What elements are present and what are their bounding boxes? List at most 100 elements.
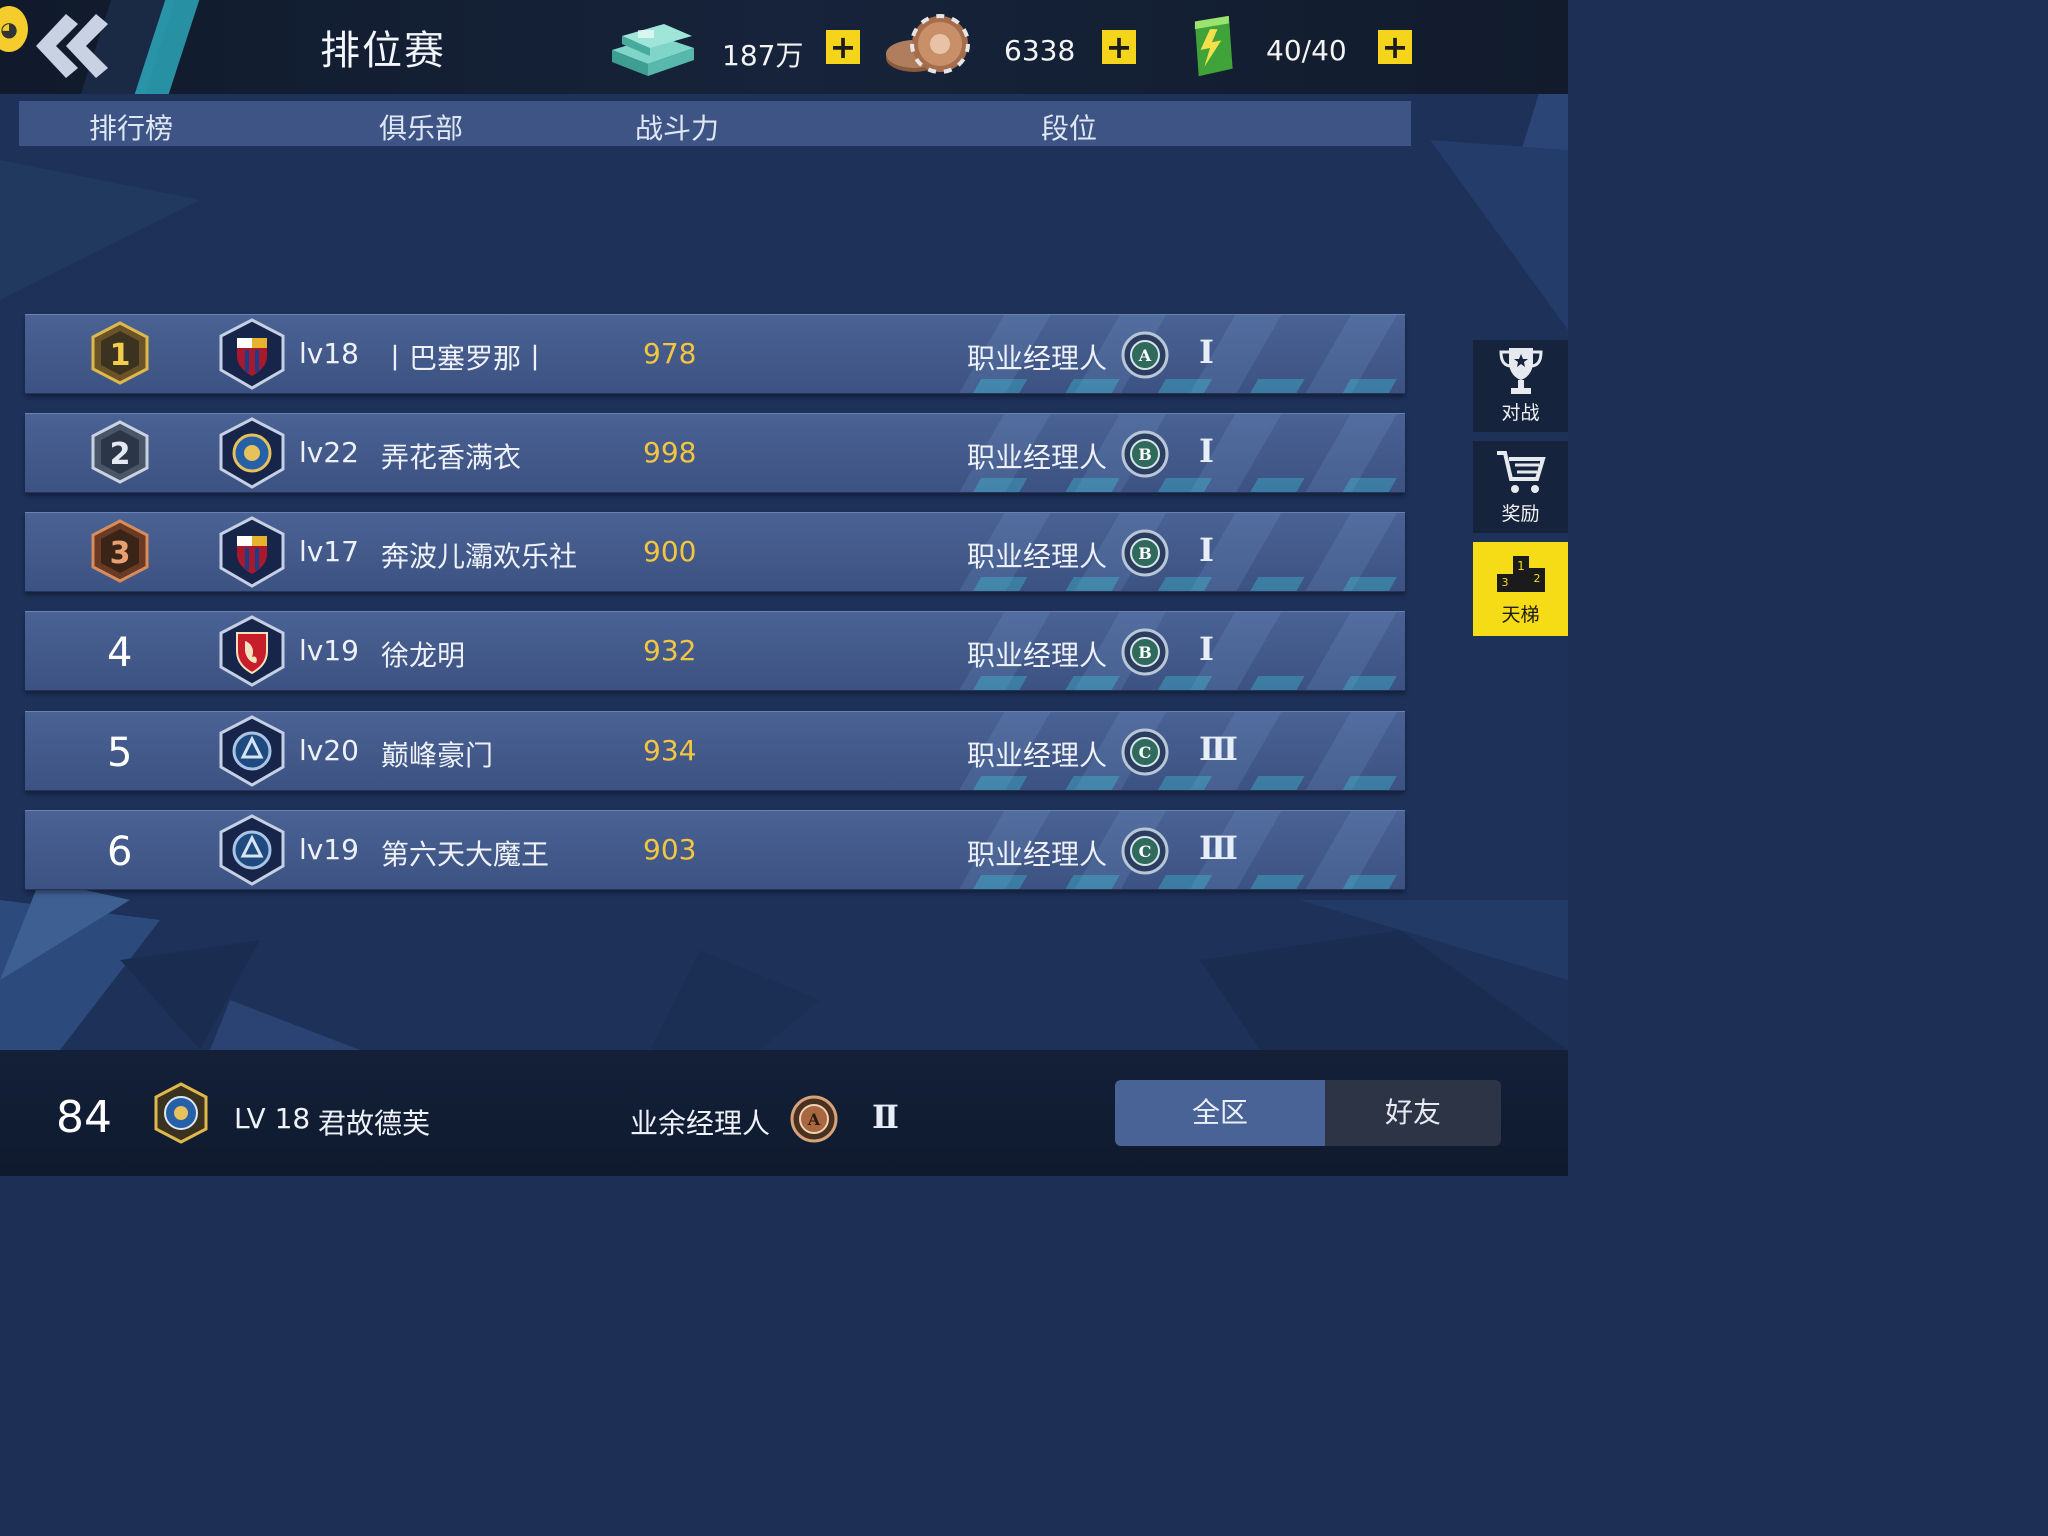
tier-division: Ⅰ <box>1199 333 1214 371</box>
column-header-club: 俱乐部 <box>379 112 464 145</box>
add-energy-button[interactable]: + <box>1378 30 1412 64</box>
player-avatar-icon[interactable]: ◕ <box>0 6 28 52</box>
row-decoration <box>935 379 1405 393</box>
column-header-rank: 排行榜 <box>89 112 174 145</box>
rank-number: 5 <box>107 730 133 776</box>
tier-division: Ⅰ <box>1199 531 1214 569</box>
tier-badge-letter: A <box>807 1110 821 1129</box>
club-level: lv17 <box>299 535 359 568</box>
side-nav-label: 天梯 <box>1501 604 1540 626</box>
column-header-power: 战斗力 <box>635 112 720 145</box>
tier-c-badge-icon: C <box>1121 827 1169 875</box>
club-name: 弄花香满衣 <box>381 441 522 474</box>
ranking-table-header: 排行榜 俱乐部 战斗力 段位 <box>19 101 1411 146</box>
shopping-cart-icon <box>1497 451 1546 493</box>
row-decoration <box>935 577 1405 591</box>
ranking-row[interactable]: 2 lv22 弄花香满衣 998 职业经理人 B Ⅰ <box>25 413 1405 493</box>
tier-division: Ⅰ <box>1199 630 1214 668</box>
club-power: 978 <box>643 337 697 370</box>
my-club-crest-icon <box>154 1082 208 1144</box>
side-nav-battle[interactable]: 对战 <box>1473 340 1568 432</box>
row-decoration <box>935 676 1405 690</box>
club-name: 丨巴塞罗那丨 <box>381 342 550 375</box>
side-nav-ladder[interactable]: 1 2 3 天梯 <box>1473 542 1568 636</box>
club-power: 934 <box>643 734 697 767</box>
rank-number: 3 <box>110 536 131 571</box>
ranking-row[interactable]: 6 lv19 第六天大魔王 903 职业经理人 C Ⅲ <box>25 810 1405 890</box>
ranking-row[interactable]: 1 lv18 丨巴塞罗那丨 978 职业经理人 A Ⅰ <box>25 314 1405 394</box>
club-name: 徐龙明 <box>381 639 466 672</box>
ranking-row[interactable]: 3 lv17 奔波儿灞欢乐社 900 职业经理人 B Ⅰ <box>25 512 1405 592</box>
side-nav-rewards[interactable]: 奖励 <box>1473 441 1568 533</box>
add-coins-button[interactable]: + <box>1102 30 1136 64</box>
club-level: lv19 <box>299 634 359 667</box>
row-decoration <box>935 776 1405 790</box>
tier-c-badge-icon: C <box>1121 728 1169 776</box>
battery-icon <box>1194 15 1233 77</box>
trophy-icon <box>1499 348 1543 394</box>
tier-badge-letter: B <box>1138 544 1152 563</box>
rank-number: 6 <box>107 829 133 875</box>
coins-value: 6338 <box>1004 34 1076 67</box>
club-level: lv18 <box>299 337 359 370</box>
page-title: 排位赛 <box>320 28 446 74</box>
club-crest-icon <box>219 715 285 787</box>
club-level: lv19 <box>299 833 359 866</box>
side-nav-label: 对战 <box>1501 402 1540 424</box>
tab-friends[interactable]: 好友 <box>1325 1080 1501 1146</box>
club-level: lv22 <box>299 436 359 469</box>
club-crest-liverpool-icon <box>219 615 285 687</box>
club-name: 第六天大魔王 <box>381 838 550 871</box>
column-header-tier: 段位 <box>1041 112 1098 145</box>
tier-name: 职业经理人 <box>967 342 1108 375</box>
tier-name: 职业经理人 <box>967 639 1108 672</box>
tier-a-badge-icon: A <box>1121 331 1169 379</box>
energy-value: 40/40 <box>1266 34 1347 67</box>
club-crest-icon <box>219 417 285 489</box>
add-cash-button[interactable]: + <box>826 30 860 64</box>
tab-all-regions[interactable]: 全区 <box>1115 1080 1325 1146</box>
tier-division: Ⅰ <box>1199 432 1214 470</box>
club-power: 900 <box>643 535 697 568</box>
club-power: 903 <box>643 833 697 866</box>
tier-badge-letter: B <box>1138 445 1152 464</box>
resource-energy: 40/40 + <box>1180 14 1420 80</box>
my-tier-name: 业余经理人 <box>630 1107 771 1140</box>
tier-badge-letter: C <box>1139 842 1152 861</box>
tier-name: 职业经理人 <box>967 441 1108 474</box>
row-decoration <box>935 478 1405 492</box>
club-name: 巅峰豪门 <box>381 739 494 772</box>
double-chevron-left-icon[interactable] <box>30 10 112 82</box>
my-rank-bar: 84 LV 18 君故德芙 业余经理人 A Ⅱ 全区 好友 <box>0 1050 1568 1176</box>
silver-rank-medal-icon: 2 <box>91 420 149 484</box>
tier-b-badge-icon: B <box>1121 628 1169 676</box>
club-power: 998 <box>643 436 697 469</box>
resource-cash: 187万 + <box>608 14 868 80</box>
rank-number: 4 <box>107 630 133 676</box>
ranking-row[interactable]: 5 lv20 巅峰豪门 934 职业经理人 C Ⅲ <box>25 711 1405 791</box>
my-club-name: 君故德芙 <box>318 1107 431 1140</box>
tier-badge-letter: B <box>1138 643 1152 662</box>
row-decoration <box>935 875 1405 889</box>
gold-rank-medal-icon: 1 <box>91 321 149 385</box>
podium-icon: 1 2 3 <box>1497 556 1545 592</box>
side-nav: 对战 奖励 1 2 3 天梯 <box>1473 340 1568 645</box>
tier-name: 职业经理人 <box>967 838 1108 871</box>
tier-badge-letter: C <box>1139 743 1152 762</box>
club-crest-icon <box>219 814 285 886</box>
side-nav-label: 奖励 <box>1501 503 1540 525</box>
cash-value: 187万 <box>722 39 804 72</box>
club-crest-barcelona-icon <box>219 516 285 588</box>
rank-number: 2 <box>110 437 131 472</box>
amateur-tier-a-badge-icon: A <box>790 1095 838 1143</box>
my-level: LV 18 <box>234 1102 311 1135</box>
club-level: lv20 <box>299 734 359 767</box>
rank-number: 1 <box>110 338 131 373</box>
tier-name: 职业经理人 <box>967 540 1108 573</box>
club-crest-barcelona-icon <box>219 318 285 390</box>
tier-division: Ⅲ <box>1199 829 1238 867</box>
ranking-row[interactable]: 4 lv19 徐龙明 932 职业经理人 B Ⅰ <box>25 611 1405 691</box>
svg-text:2: 2 <box>1534 572 1541 585</box>
my-tier-division: Ⅱ <box>872 1098 899 1136</box>
tier-badge-letter: A <box>1138 346 1152 365</box>
